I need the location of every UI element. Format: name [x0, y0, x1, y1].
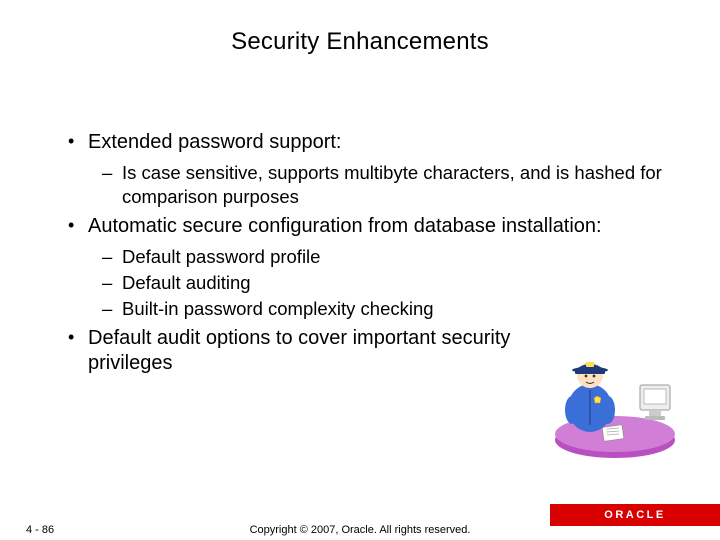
bullet-text: Extended password support: — [88, 131, 342, 153]
sub-bullet-item: Is case sensitive, supports multibyte ch… — [88, 161, 670, 208]
slide-title: Security Enhancements — [0, 0, 720, 56]
slide-footer: ORACLE 4 - 86 Copyright © 2007, Oracle. … — [0, 504, 720, 540]
security-guard-illustration-icon — [545, 330, 685, 460]
bullet-text: Default audit options to cover important… — [88, 327, 510, 374]
page-number: 4 - 86 — [0, 524, 54, 536]
sub-bullet-item: Default auditing — [88, 271, 670, 295]
sub-bullet-item: Built-in password complexity checking — [88, 297, 670, 321]
copyright-text: Copyright © 2007, Oracle. All rights res… — [250, 524, 471, 536]
bullet-item: Automatic secure configuration from data… — [60, 214, 670, 320]
bullet-item: Extended password support: Is case sensi… — [60, 130, 670, 208]
bullet-text: Automatic secure configuration from data… — [88, 215, 602, 237]
sub-bullet-item: Default password profile — [88, 245, 670, 269]
